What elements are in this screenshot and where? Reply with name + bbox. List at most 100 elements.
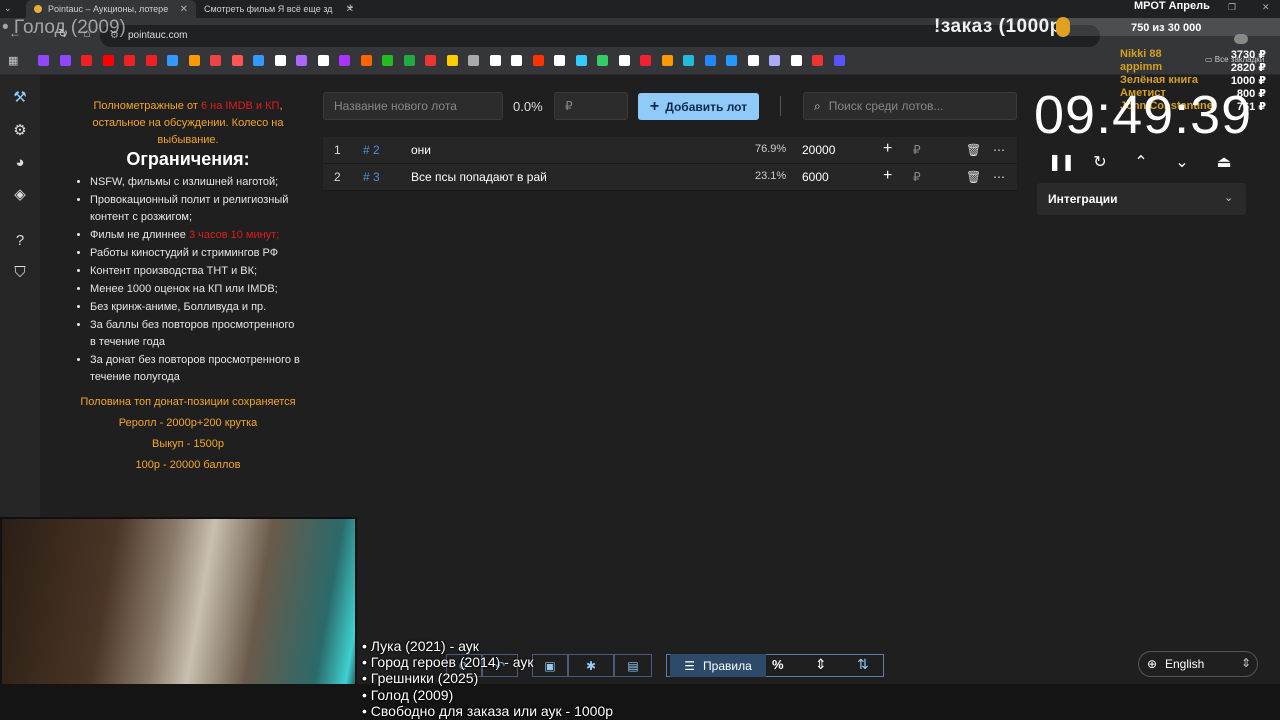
lot-id: # 2 <box>363 143 380 157</box>
bookmark-favicon-icon[interactable] <box>102 55 114 66</box>
eject-top-icon[interactable]: ⏏ <box>1213 152 1235 174</box>
bookmark-favicon-icon[interactable] <box>661 55 673 66</box>
bookmark-favicon-icon[interactable] <box>38 55 49 66</box>
new-lot-price-input[interactable]: ₽ <box>554 92 628 120</box>
rule-item: NSFW, фильмы с излишней наготой; <box>90 174 302 191</box>
bookmark-favicon-icon[interactable] <box>296 55 307 66</box>
bookmark-favicon-icon[interactable] <box>81 55 92 66</box>
bookmark-favicon-icon[interactable] <box>59 55 71 66</box>
tab-movie[interactable]: Смотреть фильм Я всё еще зд ✕ <box>196 0 362 18</box>
bookmark-favicon-icon[interactable] <box>532 55 544 66</box>
bookmark-favicon-icon[interactable] <box>188 55 200 66</box>
lot-name[interactable]: Все псы попадают в рай <box>411 170 547 184</box>
stream-queue-overlay: • Лука (2021) - аук • Город героев (2014… <box>362 638 613 719</box>
percent-toggle-icon[interactable]: % <box>772 657 784 672</box>
bookmark-favicon-icon[interactable] <box>317 55 329 66</box>
bookmark-favicon-icon[interactable] <box>382 55 393 66</box>
tab-pointauc[interactable]: Pointauc – Аукционы, лотерея ✕ <box>26 0 196 18</box>
rule-item: Работы киностудий и стримингов РФ <box>90 245 302 262</box>
bookmark-favicon-icon[interactable] <box>210 55 221 66</box>
restore-window-icon[interactable]: ❐ <box>1228 2 1236 13</box>
shield-check-icon[interactable]: ⛉ <box>10 263 30 283</box>
queue-item: • Свободно для заказа или аук - 1000р <box>362 702 614 719</box>
bookmark-favicon-icon[interactable] <box>446 55 458 66</box>
lot-name[interactable]: они <box>411 143 431 157</box>
sort-icon[interactable]: ⇅ <box>857 656 869 673</box>
rule-item: Менее 1000 оценок на КП или IMDB; <box>90 281 302 298</box>
auction-timer: 09:49:39 <box>1034 85 1253 145</box>
bookmark-favicon-icon[interactable] <box>145 55 157 66</box>
lot-amount[interactable]: 6000 <box>802 170 829 184</box>
more-options-icon[interactable]: ⋯ <box>993 170 1005 184</box>
bookmark-favicon-icon[interactable] <box>704 55 716 66</box>
clear-list-icon[interactable]: ▤ <box>614 654 652 677</box>
rules-heading: Ограничения: <box>126 149 250 169</box>
rules-button[interactable]: ☰ Правила <box>670 654 766 677</box>
bookmark-favicon-icon[interactable] <box>231 55 243 66</box>
bookmark-favicon-icon[interactable] <box>640 55 651 66</box>
bookmark-favicon-icon[interactable] <box>812 55 823 66</box>
bookmark-favicon-icon[interactable] <box>253 55 264 66</box>
reset-timer-icon[interactable]: ↻ <box>1089 152 1111 174</box>
bookmark-favicon-icon[interactable] <box>790 55 802 66</box>
integrations-label: Интеграции <box>1048 192 1118 206</box>
auction-hammer-icon[interactable]: ⚒ <box>10 88 30 108</box>
lot-amount[interactable]: 20000 <box>802 143 835 157</box>
close-tab-icon[interactable]: ✕ <box>180 4 188 15</box>
bookmark-favicon-icon[interactable] <box>124 55 135 66</box>
pause-icon[interactable]: ❚❚ <box>1048 152 1075 174</box>
help-icon[interactable]: ? <box>10 231 30 251</box>
tab-list-icon[interactable]: ⌄ <box>4 3 12 14</box>
rule-text: NSFW, фильмы с излишней наготой; <box>90 176 279 188</box>
bookmark-favicon-icon[interactable] <box>618 55 630 66</box>
bookmark-favicon-icon[interactable] <box>575 55 587 66</box>
close-window-icon[interactable]: ✕ <box>1262 2 1270 13</box>
add-lot-button[interactable]: + Добавить лот <box>638 93 759 120</box>
bookmark-favicon-icon[interactable] <box>554 55 565 66</box>
new-tab-icon[interactable]: + <box>347 2 353 14</box>
folder-icon: ▭ <box>1205 55 1215 64</box>
add-amount-icon[interactable]: + <box>883 140 892 158</box>
search-icon: ⌕ <box>814 98 821 113</box>
add-amount-icon[interactable]: + <box>883 167 892 185</box>
bookmark-favicon-icon[interactable] <box>167 55 178 66</box>
bookmark-favicon-icon[interactable] <box>403 55 415 66</box>
apps-grid-icon[interactable]: ▦ <box>8 54 18 67</box>
new-lot-name-input[interactable]: Название нового лота <box>323 92 503 120</box>
tab-favicon-icon <box>34 5 42 13</box>
price-placeholder: ₽ <box>565 99 573 113</box>
layers-icon[interactable]: ◈ <box>10 185 30 205</box>
bookmark-favicon-icon[interactable] <box>769 55 780 66</box>
delete-lot-icon[interactable]: 🗑 <box>966 143 981 157</box>
language-select[interactable]: ⊕ English ⇕ <box>1138 651 1258 677</box>
bookmark-favicon-icon[interactable] <box>339 55 350 66</box>
profile-avatar[interactable] <box>1234 34 1248 44</box>
collapse-icon[interactable]: ⇕ <box>815 656 827 673</box>
rule-item: Контент производства ТНТ и ВК; <box>90 263 302 280</box>
donor-amount: 3730 ₽ <box>1230 49 1266 61</box>
lot-search-input[interactable]: ⌕ Поиск среди лотов... <box>803 92 1017 120</box>
bookmark-favicon-icon[interactable] <box>489 55 501 66</box>
bookmark-favicon-icon[interactable] <box>747 55 759 66</box>
bookmark-favicon-icon[interactable] <box>597 55 608 66</box>
increase-time-icon[interactable]: ⌃ <box>1130 152 1152 174</box>
lot-currency[interactable]: ₽ <box>913 170 921 184</box>
tab-title: Pointauc – Аукционы, лотерея <box>48 4 168 14</box>
wheel-pie-icon[interactable]: ◕ <box>10 153 30 173</box>
bookmark-favicon-icon[interactable] <box>511 55 522 66</box>
url-text: pointauc.com <box>128 30 188 41</box>
bookmark-favicon-icon[interactable] <box>274 55 286 66</box>
more-options-icon[interactable]: ⋯ <box>993 143 1005 157</box>
bookmark-favicon-icon[interactable] <box>468 55 479 66</box>
mrot-goal-label: МРОТ Апрель <box>1134 0 1210 12</box>
bookmark-favicon-icon[interactable] <box>683 55 694 66</box>
lot-currency[interactable]: ₽ <box>913 143 921 157</box>
lot-index: 1 <box>334 143 341 157</box>
settings-gear-icon[interactable]: ⚙ <box>10 121 30 141</box>
bookmark-favicon-icon[interactable] <box>425 55 436 66</box>
bookmark-favicon-icon[interactable] <box>833 55 845 66</box>
delete-lot-icon[interactable]: 🗑 <box>966 170 981 184</box>
bookmark-favicon-icon[interactable] <box>360 55 372 66</box>
decrease-time-icon[interactable]: ⌄ <box>1171 152 1193 174</box>
bookmark-favicon-icon[interactable] <box>726 55 737 66</box>
